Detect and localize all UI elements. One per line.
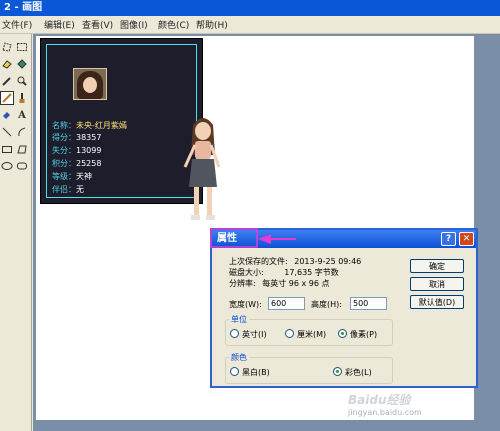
annotation-overlay (210, 228, 296, 248)
watermark: Baidu经验 jingyan.baidu.com (348, 391, 422, 417)
watermark-url: jingyan.baidu.com (348, 408, 422, 417)
title-highlight-box (210, 228, 258, 248)
watermark-logo-text: Baidu经验 (348, 393, 411, 407)
annotation-arrow-head (258, 234, 271, 244)
